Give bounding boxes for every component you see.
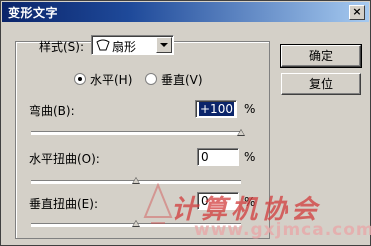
style-select-value: 扇形 [112, 40, 137, 54]
style-select[interactable]: 扇形 [91, 35, 174, 55]
chevron-down-icon[interactable] [156, 37, 172, 53]
reset-button[interactable]: 复位 [281, 73, 361, 95]
horizontal-distortion-label: 水平扭曲(O): [29, 152, 100, 166]
vertical-distortion-slider-thumb[interactable] [132, 220, 140, 227]
vertical-radio-label[interactable]: 垂直(V) [161, 71, 203, 88]
horizontal-distortion-slider-thumb[interactable] [132, 177, 140, 184]
horizontal-radio[interactable] [74, 73, 86, 85]
warp-text-dialog: 变形文字 × 样式(S): 扇形 水平(H) 垂直(V) 弯曲(B): +100… [0, 0, 371, 246]
ok-button[interactable]: 确定 [280, 44, 362, 68]
vertical-distortion-label: 垂直扭曲(E): [29, 197, 98, 211]
close-button[interactable]: × [349, 5, 365, 20]
bend-unit: % [244, 102, 256, 116]
horizontal-distortion-unit: % [244, 150, 256, 164]
fan-shape-icon [96, 39, 110, 51]
title-bar[interactable]: 变形文字 × [2, 2, 369, 22]
horizontal-radio-label[interactable]: 水平(H) [90, 71, 132, 88]
vertical-radio[interactable] [145, 73, 157, 85]
style-label: 样式(S): [39, 40, 85, 54]
bend-input[interactable]: +100 [195, 100, 237, 118]
bend-label: 弯曲(B): [29, 104, 75, 118]
watermark-logo [143, 183, 173, 224]
watermark-url: www.gxjmca.com [194, 220, 371, 240]
close-icon: × [352, 5, 362, 18]
bend-slider-track[interactable] [31, 131, 241, 135]
window-title: 变形文字 [8, 6, 59, 20]
horizontal-distortion-input[interactable]: 0 [197, 148, 239, 166]
bend-slider-thumb[interactable] [237, 129, 245, 136]
